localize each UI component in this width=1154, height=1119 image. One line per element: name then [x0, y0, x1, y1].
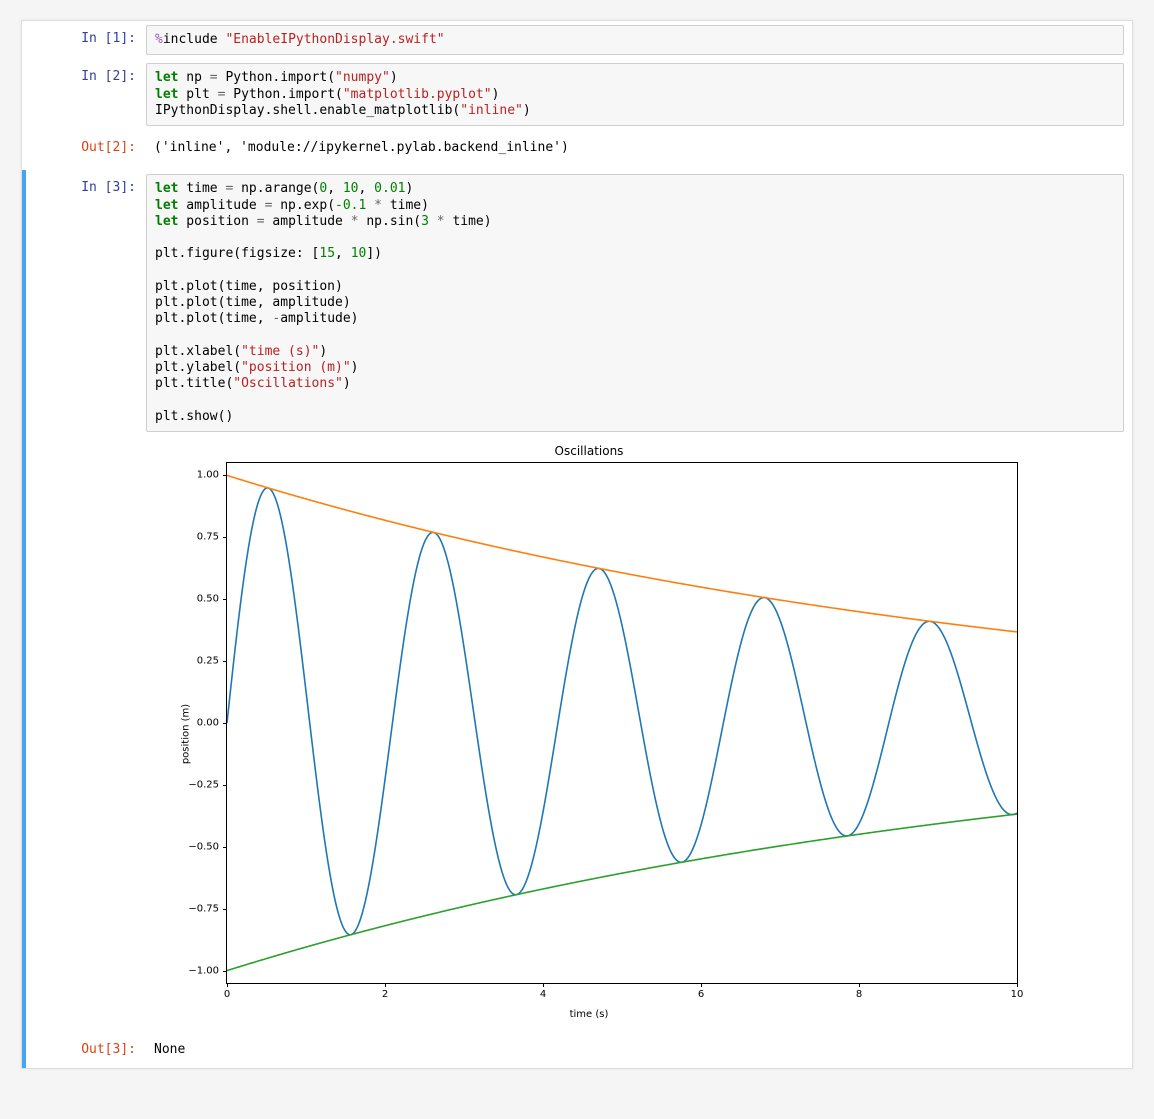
output-row-3: Out[3]: None: [22, 1032, 1132, 1068]
x-tick-label: 0: [224, 989, 230, 1000]
y-tick-label: 0.50: [197, 594, 219, 605]
plot-container: Oscillations position (m) −1.00−0.75−0.5…: [146, 440, 1124, 1028]
input-prompt: In [3]:: [26, 174, 146, 432]
chart-svg: [227, 463, 1017, 983]
series-position: [227, 488, 1017, 935]
code-cell-3[interactable]: In [3]: let time = np.arange(0, 10, 0.01…: [22, 170, 1132, 436]
code-input[interactable]: %include "EnableIPythonDisplay.swift": [146, 25, 1124, 55]
output-text: ('inline', 'module://ipykernel.pylab.bac…: [146, 134, 1124, 162]
x-tick-label: 6: [698, 989, 704, 1000]
plot-frame: Oscillations position (m) −1.00−0.75−0.5…: [154, 444, 1024, 1024]
y-tick-label: 0.75: [197, 532, 219, 543]
y-tick-label: −0.75: [188, 903, 219, 914]
input-prompt: In [1]:: [26, 25, 146, 55]
series-amplitude: [227, 475, 1017, 632]
code-input[interactable]: let time = np.arange(0, 10, 0.01) let am…: [146, 174, 1124, 432]
input-prompt: In [2]:: [26, 63, 146, 126]
chart-axes: −1.00−0.75−0.50−0.250.000.250.500.751.00…: [226, 462, 1018, 984]
y-tick-label: 0.25: [197, 656, 219, 667]
code-cell-1[interactable]: In [1]: %include "EnableIPythonDisplay.s…: [22, 21, 1132, 59]
output-prompt: Out[3]:: [26, 1036, 146, 1064]
output-text: None: [146, 1036, 1124, 1064]
notebook: In [1]: %include "EnableIPythonDisplay.s…: [21, 20, 1133, 1069]
x-tick-label: 4: [540, 989, 546, 1000]
y-tick-label: 1.00: [197, 470, 219, 481]
y-axis-label: position (m): [181, 704, 192, 764]
chart-title: Oscillations: [154, 444, 1024, 462]
x-tick-label: 10: [1011, 989, 1024, 1000]
code-cell-2[interactable]: In [2]: let np = Python.import("numpy") …: [22, 59, 1132, 130]
x-axis-label: time (s): [570, 1009, 609, 1020]
output-prompt: Out[2]:: [26, 134, 146, 162]
y-tick-label: −1.00: [188, 965, 219, 976]
series--amplitude: [227, 814, 1017, 971]
empty-prompt: [26, 440, 146, 1028]
code-input[interactable]: let np = Python.import("numpy") let plt …: [146, 63, 1124, 126]
x-tick-label: 2: [382, 989, 388, 1000]
plot-output-row: Oscillations position (m) −1.00−0.75−0.5…: [22, 436, 1132, 1032]
x-tick-label: 8: [856, 989, 862, 1000]
y-tick-label: −0.25: [188, 779, 219, 790]
y-tick-label: −0.50: [188, 841, 219, 852]
y-tick-label: 0.00: [197, 718, 219, 729]
output-row-2: Out[2]: ('inline', 'module://ipykernel.p…: [22, 130, 1132, 166]
